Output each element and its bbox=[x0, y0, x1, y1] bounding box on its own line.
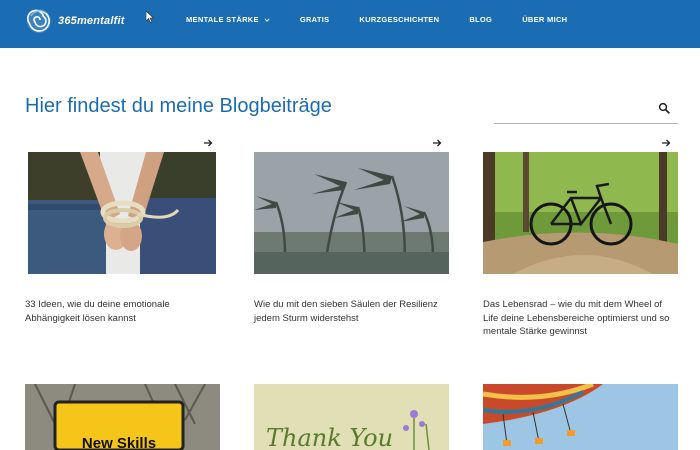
nav-item-label: ÜBER MICH bbox=[522, 15, 568, 24]
post-image-bicycle-forest[interactable] bbox=[483, 152, 678, 274]
chevron-down-icon bbox=[264, 17, 270, 22]
search-input[interactable] bbox=[494, 96, 654, 122]
post-image-tied-hands[interactable] bbox=[28, 152, 216, 274]
arrow-right-icon bbox=[662, 139, 671, 147]
post-title[interactable]: Wie du mit den sieben Säulen der Resilie… bbox=[254, 298, 449, 325]
logo-text: 365mentalfit bbox=[58, 15, 125, 27]
arrow-right-icon bbox=[204, 139, 213, 147]
search-box bbox=[494, 96, 678, 124]
nav-item-label: BLOG bbox=[469, 15, 493, 24]
blog-post-card: Thank You bbox=[254, 384, 449, 450]
post-title[interactable]: Das Lebensrad – wie du mit dem Wheel of … bbox=[483, 298, 678, 339]
mouse-cursor-icon bbox=[146, 11, 154, 23]
read-more-button[interactable] bbox=[196, 134, 220, 152]
spiral-logo-icon bbox=[27, 9, 51, 33]
nav-item-mentale-staerke[interactable]: MENTALE STÄRKE bbox=[186, 15, 270, 24]
nav-item-gratis[interactable]: GRATIS bbox=[300, 15, 330, 24]
site-logo[interactable]: 365mentalfit bbox=[26, 8, 125, 34]
post-image-palm-trees-storm[interactable] bbox=[254, 152, 449, 274]
nav-item-label: MENTALE STÄRKE bbox=[186, 15, 259, 24]
page-title: Hier findest du meine Blogbeiträge bbox=[25, 95, 332, 117]
blog-post-card: New Skills bbox=[25, 384, 220, 450]
search-icon[interactable] bbox=[658, 102, 670, 114]
site-header: 365mentalfit MENTALE STÄRKE GRATIS KURZG… bbox=[0, 0, 700, 48]
post-title[interactable]: 33 Ideen, wie du deine emotionale Abhäng… bbox=[25, 298, 220, 325]
nav-item-ueber-mich[interactable]: ÜBER MICH bbox=[522, 15, 567, 24]
blog-post-card bbox=[483, 384, 678, 450]
post-image-new-skills-sign[interactable]: New Skills bbox=[25, 384, 220, 450]
nav-item-kurzgeschichten[interactable]: KURZGESCHICHTEN bbox=[359, 15, 439, 24]
thank-you-text: Thank You bbox=[266, 424, 393, 450]
nav-item-label: KURZGESCHICHTEN bbox=[359, 15, 440, 24]
nav-item-label: GRATIS bbox=[299, 15, 330, 24]
arrow-right-icon bbox=[433, 139, 442, 147]
post-image-carousel-ride[interactable] bbox=[483, 384, 678, 450]
read-more-button[interactable] bbox=[425, 134, 449, 152]
read-more-button[interactable] bbox=[654, 134, 678, 152]
new-skills-sign-text: New Skills bbox=[82, 435, 156, 450]
main-navigation: MENTALE STÄRKE GRATIS KURZGESCHICHTEN BL… bbox=[186, 15, 567, 24]
nav-item-blog[interactable]: BLOG bbox=[469, 15, 492, 24]
post-image-thank-you-card[interactable]: Thank You bbox=[254, 384, 449, 450]
